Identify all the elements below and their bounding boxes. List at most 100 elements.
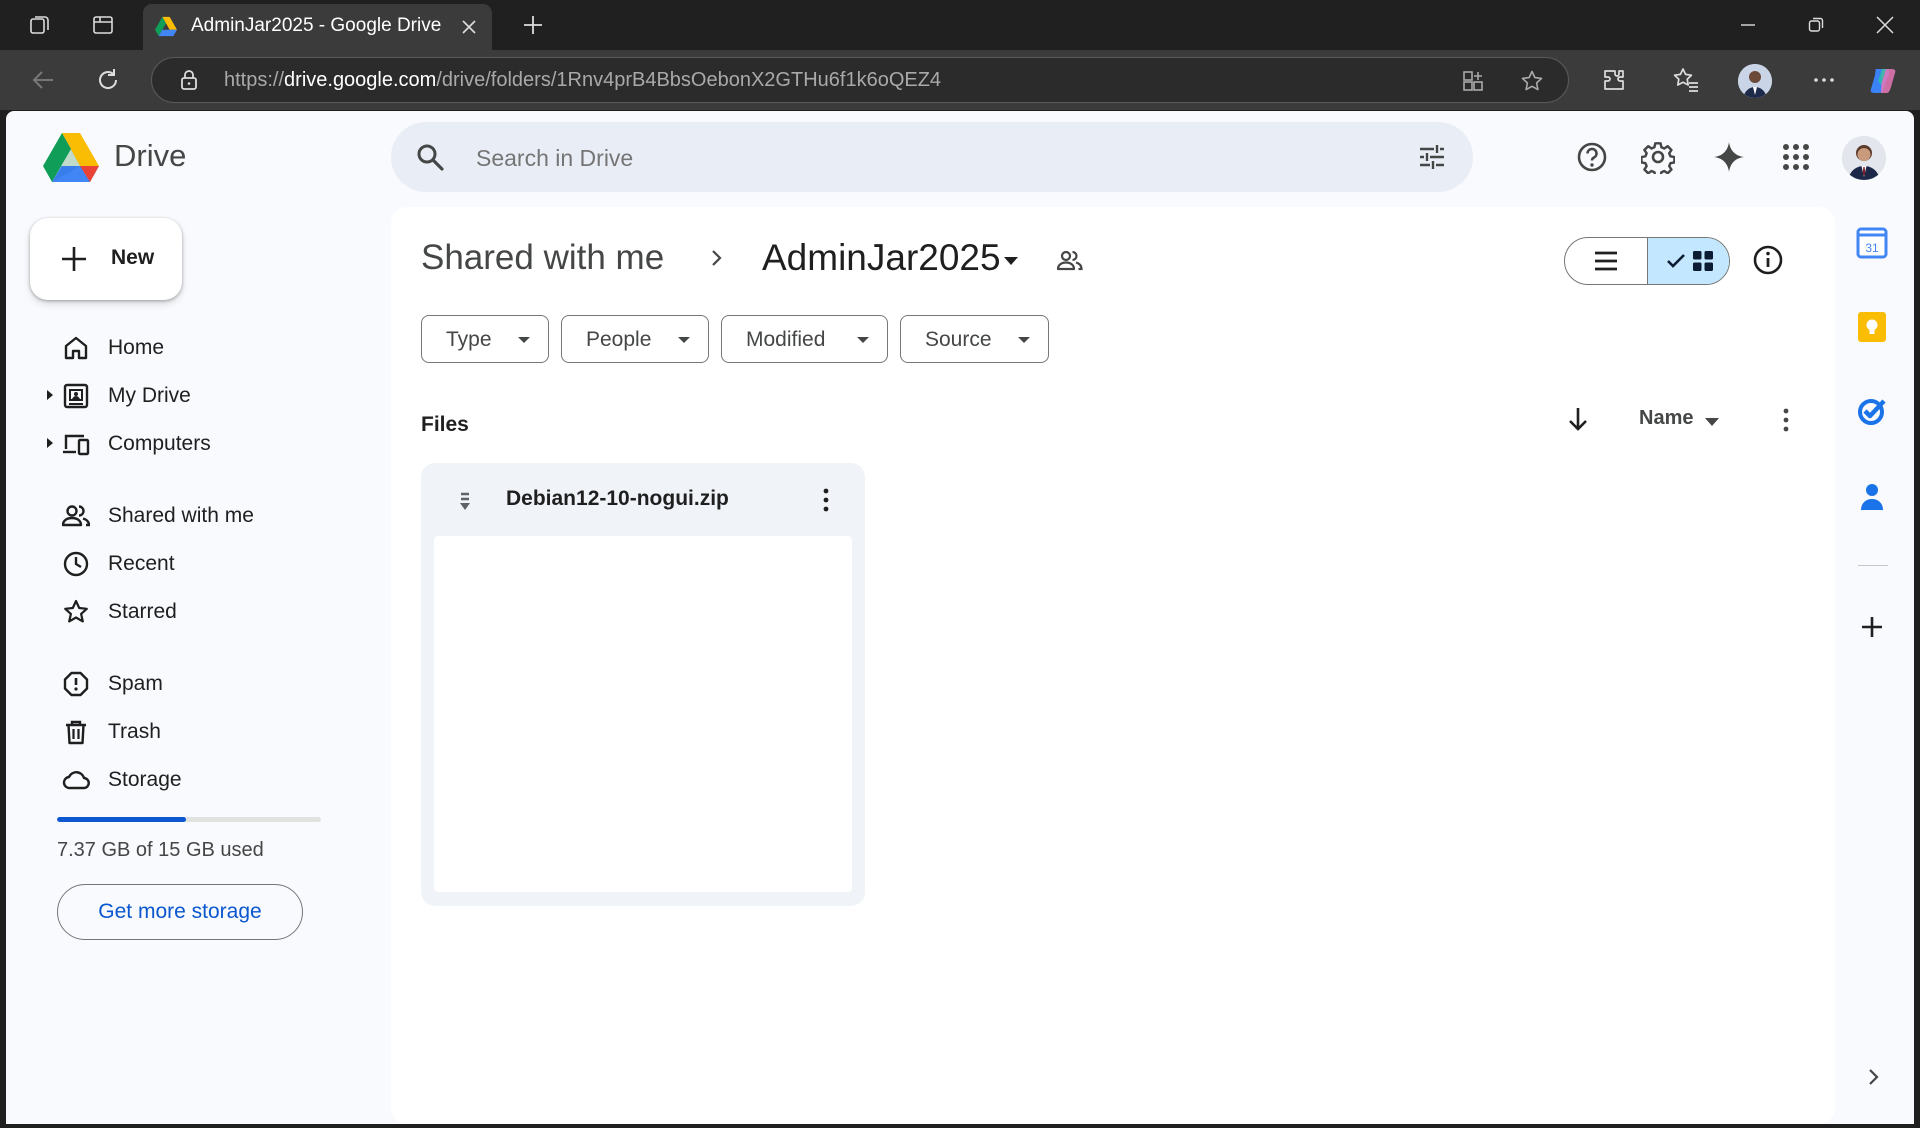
sidebar-item-label: Recent (108, 552, 175, 575)
sidebar-item-my-drive[interactable]: My Drive (36, 372, 366, 418)
drive-page: Drive New Home My Drive Computers S (6, 111, 1914, 1124)
reload-icon[interactable] (93, 65, 123, 95)
logo-text[interactable]: Drive (114, 138, 186, 174)
side-panel-divider (1858, 565, 1888, 566)
info-icon[interactable] (1751, 243, 1785, 277)
sidebar-item-trash[interactable]: Trash (36, 708, 366, 754)
tab-actions-icon[interactable] (90, 12, 116, 38)
chevron-right-icon[interactable] (1863, 1067, 1883, 1087)
address-bar[interactable]: https://drive.google.com/drive/folders/1… (151, 57, 1569, 103)
file-card[interactable]: Debian12-10-nogui.zip (421, 463, 865, 906)
sidebar-item-label: Home (108, 336, 165, 359)
window-close-icon[interactable] (1870, 10, 1900, 40)
breadcrumb-parent[interactable]: Shared with me (421, 238, 664, 278)
search-options-icon[interactable] (1417, 142, 1447, 172)
google-apps-icon[interactable] (1775, 136, 1817, 178)
tasks-icon[interactable] (1856, 395, 1888, 427)
filter-label: People (586, 328, 652, 351)
storage-usage-bar (57, 817, 321, 822)
my-drive-icon (63, 383, 89, 409)
sidebar-item-label: Shared with me (108, 504, 254, 527)
new-tab-icon[interactable] (520, 12, 546, 38)
list-icon (1595, 251, 1617, 271)
contacts-icon[interactable] (1856, 480, 1888, 512)
sidebar-item-label: Computers (108, 432, 211, 455)
drive-favicon-icon (155, 16, 177, 37)
zip-file-icon (460, 492, 470, 510)
expand-caret-icon[interactable] (46, 438, 54, 448)
browser-profile-avatar[interactable] (1738, 64, 1772, 98)
shared-icon (62, 505, 90, 527)
calendar-icon[interactable]: 31 (1856, 227, 1888, 259)
extensions-icon[interactable] (1599, 65, 1629, 95)
file-thumbnail[interactable] (434, 536, 852, 892)
filter-people-chip[interactable]: People (561, 315, 709, 363)
cloud-icon (62, 771, 90, 790)
filter-label: Type (446, 328, 492, 351)
app-available-icon[interactable] (1460, 68, 1486, 94)
sidebar-item-starred[interactable]: Starred (36, 588, 366, 634)
minimize-icon[interactable] (1733, 10, 1763, 40)
svg-text:31: 31 (1865, 241, 1879, 255)
workspaces-icon[interactable] (27, 12, 53, 38)
search-bar[interactable] (391, 122, 1473, 192)
search-icon[interactable] (415, 142, 445, 172)
browser-toolbar: https://drive.google.com/drive/folders/1… (0, 50, 1920, 110)
sort-by-button[interactable]: Name (1639, 407, 1693, 430)
main-content: Shared with me AdminJar2025 Type People … (391, 207, 1835, 1124)
sidebar-item-label: Starred (108, 600, 177, 623)
expand-caret-icon[interactable] (46, 390, 54, 400)
tab-active[interactable]: AdminJar2025 - Google Drive (143, 4, 492, 50)
breadcrumb-current[interactable]: AdminJar2025 (762, 237, 1001, 279)
new-button[interactable]: New (30, 218, 182, 300)
sidebar-item-computers[interactable]: Computers (36, 420, 366, 466)
copilot-icon[interactable] (1868, 65, 1898, 95)
new-button-label: New (111, 246, 155, 269)
sidebar-item-spam[interactable]: Spam (36, 660, 366, 706)
sidebar-item-shared-with-me[interactable]: Shared with me (36, 492, 366, 538)
account-avatar[interactable] (1842, 136, 1886, 180)
back-icon[interactable] (28, 65, 58, 95)
favorites-icon[interactable] (1671, 65, 1701, 95)
more-vert-icon[interactable] (811, 485, 841, 515)
favorite-star-icon[interactable] (1519, 68, 1545, 94)
restore-icon[interactable] (1801, 10, 1831, 40)
sort-direction-arrow-icon[interactable] (1563, 404, 1593, 434)
drive-logo-icon[interactable] (43, 133, 99, 183)
sidebar-item-home[interactable]: Home (36, 324, 366, 370)
list-view-button[interactable] (1565, 238, 1647, 284)
filter-modified-chip[interactable]: Modified (721, 315, 888, 363)
filter-type-chip[interactable]: Type (421, 315, 549, 363)
more-menu-icon[interactable] (1809, 65, 1839, 95)
chevron-down-icon (857, 337, 869, 343)
shared-folder-icon[interactable] (1056, 247, 1084, 275)
add-app-plus-icon[interactable] (1856, 611, 1888, 643)
sidebar-item-storage[interactable]: Storage (36, 756, 366, 802)
folder-menu-caret-icon[interactable] (1003, 256, 1019, 266)
search-input[interactable] (476, 145, 1276, 172)
chevron-down-icon (518, 337, 530, 343)
filter-source-chip[interactable]: Source (900, 315, 1049, 363)
help-icon[interactable] (1571, 136, 1613, 178)
computers-icon (63, 434, 90, 456)
file-name: Debian12-10-nogui.zip (506, 487, 729, 510)
lock-icon[interactable] (178, 69, 200, 91)
keep-icon[interactable] (1856, 311, 1888, 343)
url-text: https://drive.google.com/drive/folders/1… (224, 69, 942, 91)
get-more-storage-button[interactable]: Get more storage (57, 884, 303, 940)
browser-titlebar: AdminJar2025 - Google Drive (0, 0, 1920, 50)
tab-close-icon[interactable] (458, 16, 480, 38)
star-icon (64, 599, 88, 623)
sidebar-item-label: Spam (108, 672, 163, 695)
filter-label: Modified (746, 328, 826, 351)
storage-usage-text: 7.37 GB of 15 GB used (57, 839, 264, 861)
chevron-down-icon (1018, 337, 1030, 343)
sidebar-item-recent[interactable]: Recent (36, 540, 366, 586)
grid-view-button[interactable] (1647, 238, 1729, 284)
gemini-sparkle-icon[interactable] (1708, 136, 1750, 178)
home-icon (64, 336, 88, 360)
chevron-down-icon[interactable] (1705, 418, 1719, 426)
settings-gear-icon[interactable] (1637, 136, 1679, 178)
chevron-down-icon (678, 337, 690, 343)
more-vert-icon[interactable] (1771, 405, 1801, 435)
